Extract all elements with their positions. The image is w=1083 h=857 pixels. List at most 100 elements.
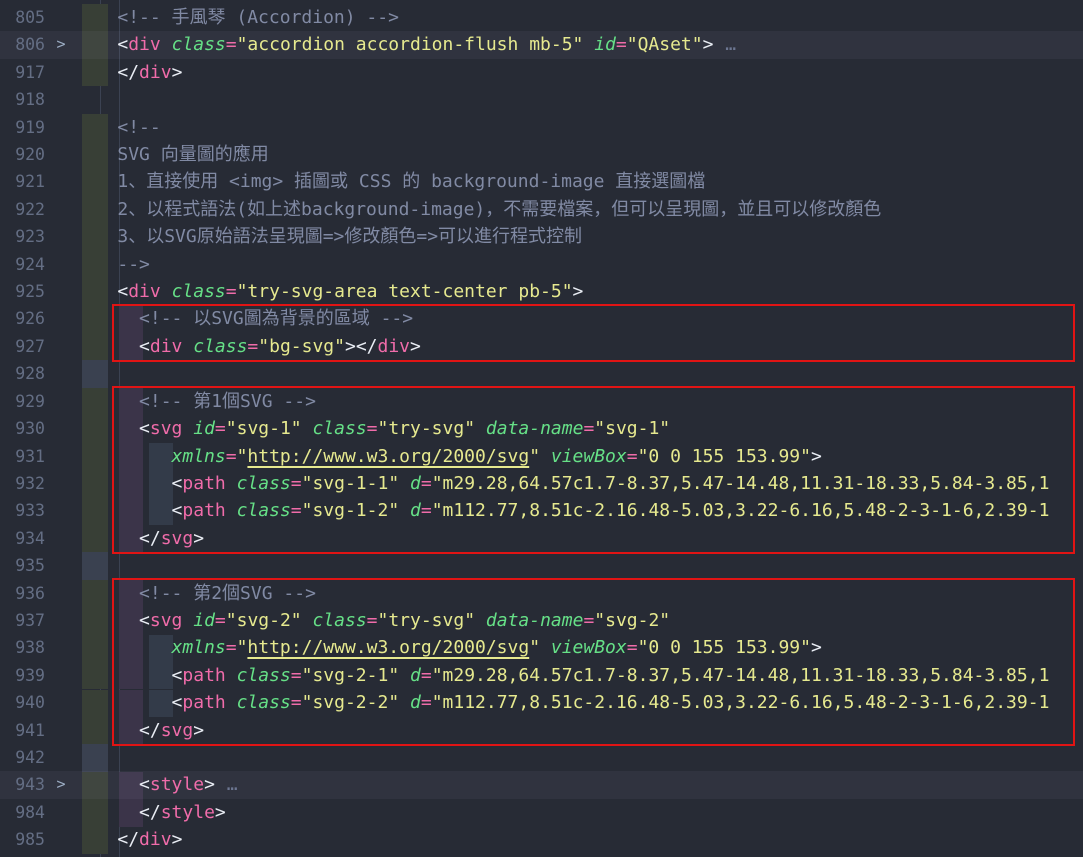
code-text: </svg> xyxy=(74,717,1083,744)
code-line[interactable]: 918 xyxy=(0,86,1083,113)
token-e: = xyxy=(367,418,378,439)
code-line[interactable]: 931 xmlns="http://www.w3.org/2000/svg" v… xyxy=(0,443,1083,470)
token-a: xmlns xyxy=(172,446,226,467)
code-line[interactable]: 923 3、以SVG原始語法呈現圖=>修改顏色=>可以進行程式控制 xyxy=(0,223,1083,250)
fold-gutter-spacer xyxy=(48,114,74,141)
token-p: </ xyxy=(139,720,161,741)
fold-gutter-spacer xyxy=(48,168,74,195)
code-line[interactable]: 919 <!-- xyxy=(0,114,1083,141)
code-line[interactable]: 925 <div class="try-svg-area text-center… xyxy=(0,278,1083,305)
line-number: 925 xyxy=(0,278,48,305)
code-line[interactable]: 934 </svg> xyxy=(0,525,1083,552)
code-line[interactable]: 930 <svg id="svg-1" class="try-svg" data… xyxy=(0,415,1083,442)
code-text: </div> xyxy=(74,826,1083,853)
token-p: > xyxy=(345,336,356,357)
token-p: > xyxy=(193,720,204,741)
token-p: < xyxy=(172,500,183,521)
line-number: 939 xyxy=(0,662,48,689)
token-t: div xyxy=(128,34,161,55)
code-line[interactable]: 943> <style> … xyxy=(0,771,1083,798)
line-number: 938 xyxy=(0,634,48,661)
line-number: 933 xyxy=(0,497,48,524)
code-line[interactable]: 927 <div class="bg-svg"></div> xyxy=(0,333,1083,360)
code-line[interactable]: 928 xyxy=(0,360,1083,387)
token-a: class xyxy=(237,692,291,713)
code-line[interactable]: 805 <!-- 手風琴 (Accordion) --> xyxy=(0,4,1083,31)
token-c: <!-- xyxy=(117,117,160,138)
token-s: "m112.77,8.51c-2.16.48-5.03,3.22-6.16,5.… xyxy=(432,500,1050,521)
token-s: "accordion accordion-flush mb-5" xyxy=(237,34,584,55)
line-number: 918 xyxy=(0,86,48,113)
code-line[interactable]: 935 xyxy=(0,552,1083,579)
fold-chevron-icon[interactable]: > xyxy=(48,31,74,58)
token-p: </ xyxy=(139,802,161,823)
token-p: < xyxy=(172,692,183,713)
code-line[interactable]: 921 1、直接使用 <img> 插圖或 CSS 的 background-im… xyxy=(0,168,1083,195)
token-e: = xyxy=(421,500,432,521)
token-p: > xyxy=(204,774,215,795)
code-line[interactable]: 920 SVG 向量圖的應用 xyxy=(0,141,1083,168)
code-line[interactable]: 924 --> xyxy=(0,251,1083,278)
token-x xyxy=(399,473,410,494)
code-area[interactable]: 805 <!-- 手風琴 (Accordion) -->806> <div cl… xyxy=(0,0,1083,857)
code-line[interactable]: 985 </div> xyxy=(0,826,1083,853)
code-text: 2、以程式語法(如上述background-image)，不需要檔案，但可以呈現… xyxy=(74,196,1083,223)
code-line[interactable]: 939 <path class="svg-2-1" d="m29.28,64.5… xyxy=(0,662,1083,689)
line-number: 984 xyxy=(0,799,48,826)
token-p: < xyxy=(139,418,150,439)
token-a: viewBox xyxy=(551,446,627,467)
token-e: = xyxy=(367,610,378,631)
token-s: " xyxy=(237,446,248,467)
code-text xyxy=(74,552,1083,579)
line-number: 936 xyxy=(0,580,48,607)
line-number: 805 xyxy=(0,4,48,31)
token-s: "m29.28,64.57c1.7-8.37,5.47-14.48,11.31-… xyxy=(432,665,1050,686)
token-x xyxy=(226,692,237,713)
code-text: 1、直接使用 <img> 插圖或 CSS 的 background-image … xyxy=(74,168,1083,195)
token-p: < xyxy=(139,336,150,357)
token-s: "svg-1-1" xyxy=(302,473,400,494)
token-p: </ xyxy=(117,829,139,850)
token-p: < xyxy=(117,281,128,302)
code-line[interactable]: 929 <!-- 第1個SVG --> xyxy=(0,388,1083,415)
token-e: = xyxy=(226,446,237,467)
line-number: 934 xyxy=(0,525,48,552)
token-e: = xyxy=(421,665,432,686)
code-line[interactable]: 932 <path class="svg-1-1" d="m29.28,64.5… xyxy=(0,470,1083,497)
token-f: … xyxy=(713,34,737,55)
token-a: xmlns xyxy=(172,637,226,658)
code-line[interactable]: 940 <path class="svg-2-2" d="m112.77,8.5… xyxy=(0,689,1083,716)
code-line[interactable]: 922 2、以程式語法(如上述background-image)，不需要檔案，但… xyxy=(0,196,1083,223)
token-s: " xyxy=(529,637,540,658)
code-line[interactable]: 917 </div> xyxy=(0,59,1083,86)
code-line[interactable]: 942 xyxy=(0,744,1083,771)
code-line[interactable]: 938 xmlns="http://www.w3.org/2000/svg" v… xyxy=(0,634,1083,661)
token-e: = xyxy=(226,637,237,658)
line-number: 923 xyxy=(0,223,48,250)
token-x xyxy=(302,610,313,631)
code-text xyxy=(74,86,1083,113)
code-text: SVG 向量圖的應用 xyxy=(74,141,1083,168)
token-x xyxy=(161,281,172,302)
code-line[interactable]: 937 <svg id="svg-2" class="try-svg" data… xyxy=(0,607,1083,634)
token-s: "bg-svg" xyxy=(258,336,345,357)
code-line[interactable]: 933 <path class="svg-1-2" d="m112.77,8.5… xyxy=(0,497,1083,524)
token-s: "m29.28,64.57c1.7-8.37,5.47-14.48,11.31-… xyxy=(432,473,1050,494)
token-e: = xyxy=(291,665,302,686)
code-text: xmlns="http://www.w3.org/2000/svg" viewB… xyxy=(74,443,1083,470)
line-number: 924 xyxy=(0,251,48,278)
token-t: svg xyxy=(161,720,194,741)
code-line[interactable]: 984 </style> xyxy=(0,799,1083,826)
fold-gutter-spacer xyxy=(48,278,74,305)
fold-chevron-icon[interactable]: > xyxy=(48,771,74,798)
token-t: path xyxy=(182,500,225,521)
code-line[interactable]: 936 <!-- 第2個SVG --> xyxy=(0,580,1083,607)
token-t: div xyxy=(128,281,161,302)
fold-gutter-spacer xyxy=(48,634,74,661)
code-line[interactable]: 926 <!-- 以SVG圖為背景的區域 --> xyxy=(0,305,1083,332)
token-c: <!-- 以SVG圖為背景的區域 --> xyxy=(139,308,413,329)
code-text: <!-- 第2個SVG --> xyxy=(74,580,1083,607)
token-e: = xyxy=(215,418,226,439)
code-line[interactable]: 941 </svg> xyxy=(0,717,1083,744)
code-line[interactable]: 806> <div class="accordion accordion-flu… xyxy=(0,31,1083,58)
